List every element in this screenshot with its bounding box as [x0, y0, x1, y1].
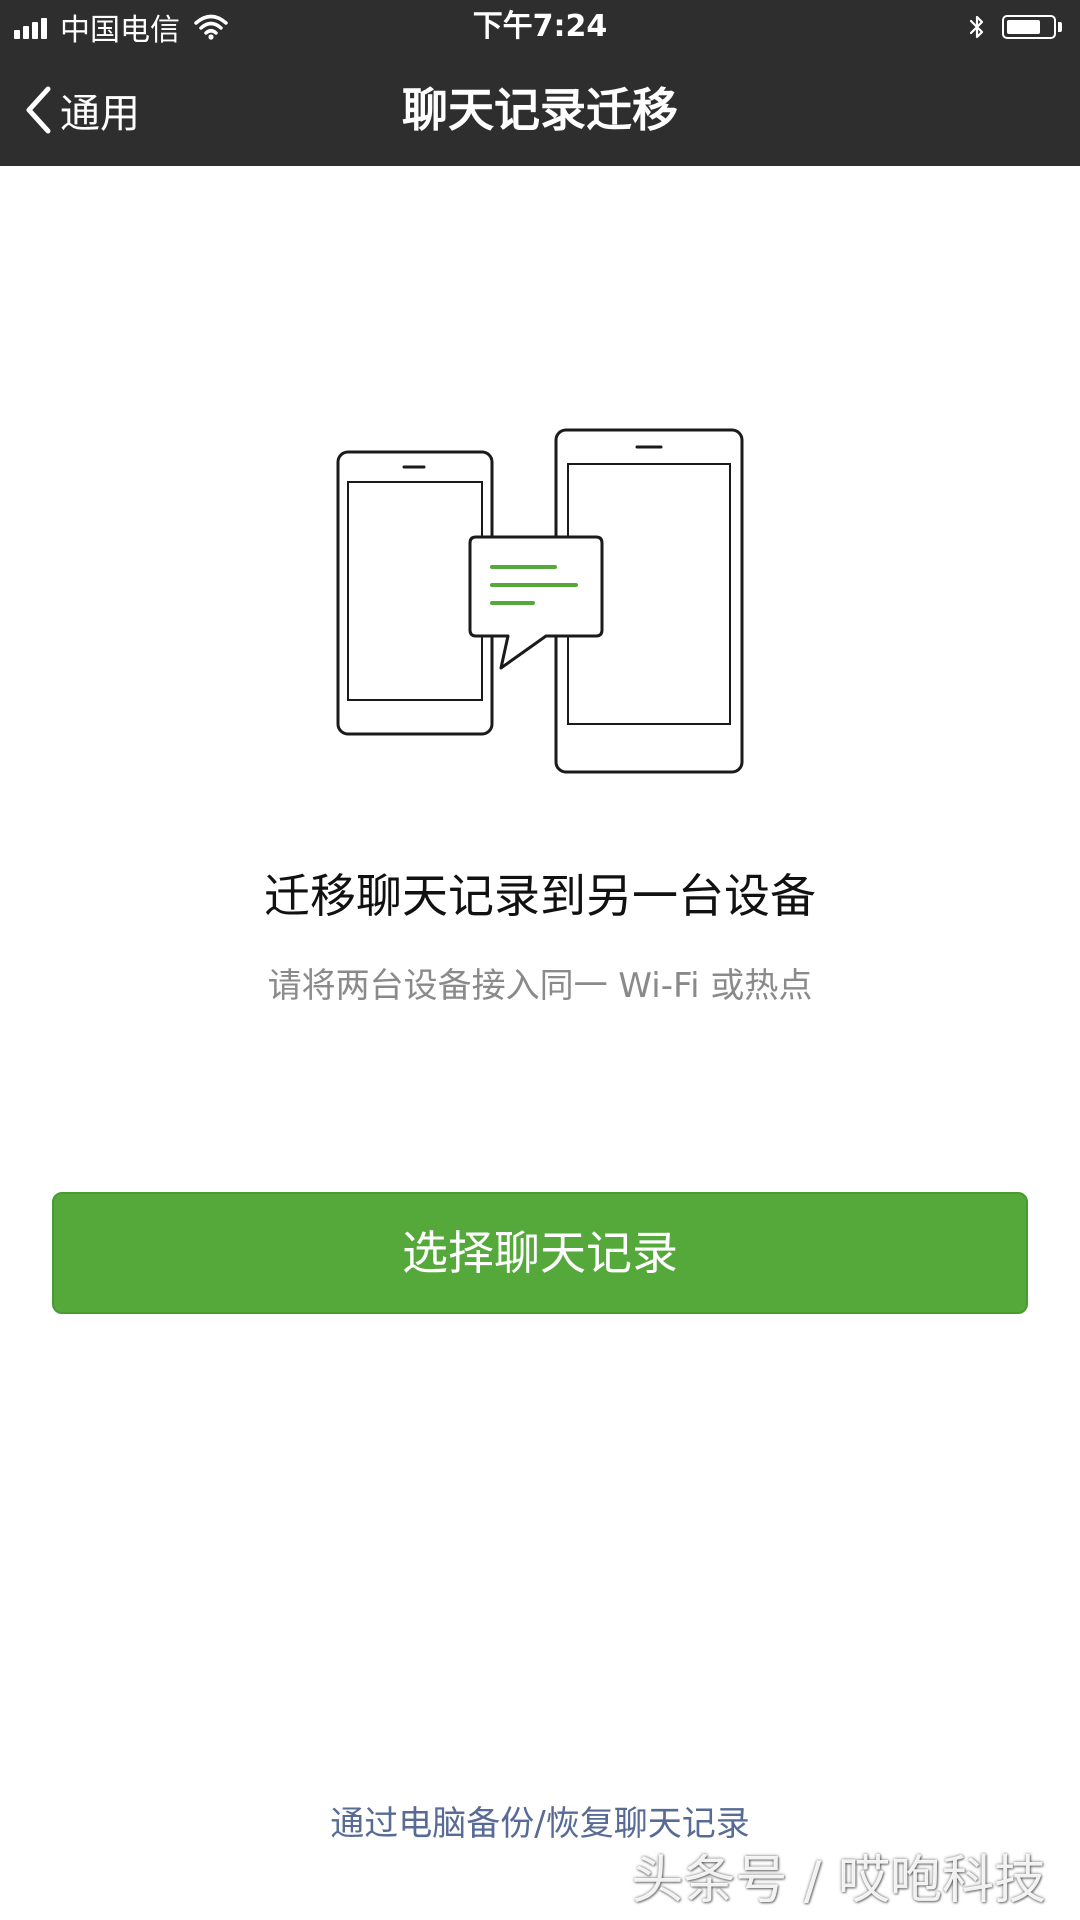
- chevron-left-icon: [26, 86, 51, 134]
- migration-headline: 迁移聊天记录到另一台设备: [264, 869, 816, 923]
- wifi-instruction: 请将两台设备接入同一 Wi-Fi 或热点: [267, 966, 813, 1006]
- status-time: 下午7:24: [472, 9, 608, 44]
- status-bar: 中国电信 下午7:24: [0, 0, 1080, 54]
- bluetooth-icon: [969, 15, 984, 39]
- page-title: 聊天记录迁移: [402, 83, 678, 137]
- phones-transfer-icon: [336, 428, 744, 774]
- battery-tip: [1058, 22, 1062, 32]
- chat-migration-screen: 中国电信 下午7:24 通用 聊天记录迁移 迁移聊天记录到另一台设备 请将两台设…: [0, 0, 1080, 1920]
- select-chat-history-button[interactable]: 选择聊天记录: [52, 1192, 1028, 1314]
- back-button[interactable]: 通用: [22, 54, 140, 166]
- navigation-bar: 通用 聊天记录迁移: [0, 54, 1080, 166]
- back-label: 通用: [60, 91, 140, 137]
- battery-level: [1007, 20, 1040, 34]
- status-bar-right: [968, 0, 1062, 54]
- battery-icon: [1002, 15, 1056, 39]
- watermark: 头条号 / 哎咆科技: [631, 1851, 1046, 1911]
